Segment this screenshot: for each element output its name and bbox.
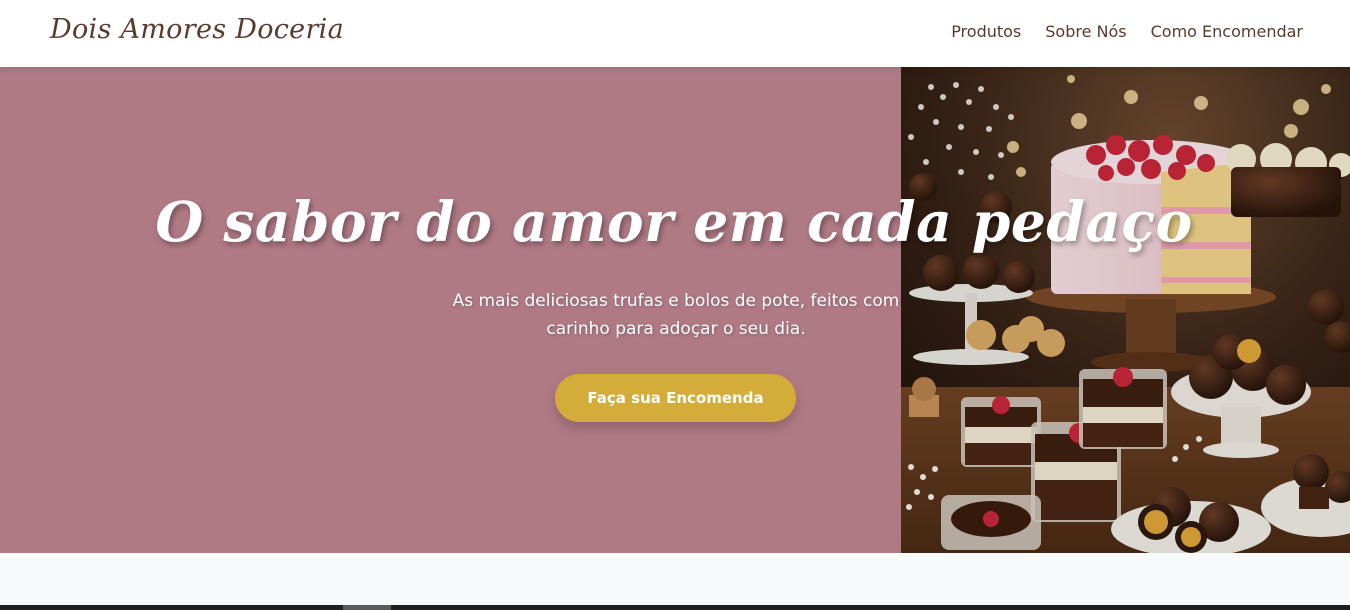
hero-title: O sabor do amor em cada pedaço xyxy=(155,189,1193,254)
hero-subtitle: As mais deliciosas trufas e bolos de pot… xyxy=(452,291,900,339)
hero-section: O sabor do amor em cada pedaço As mais d… xyxy=(0,67,1350,553)
nav-link-sobre-nos[interactable]: Sobre Nós xyxy=(1045,22,1126,41)
horizontal-scrollbar[interactable] xyxy=(0,605,1350,610)
nav-link-produtos[interactable]: Produtos xyxy=(951,22,1021,41)
nav-link-como-encomendar[interactable]: Como Encomendar xyxy=(1151,22,1303,41)
brand-logo[interactable]: Dois Amores Doceria xyxy=(50,14,344,45)
main-nav: Produtos Sobre Nós Como Encomendar xyxy=(951,22,1303,41)
page-content-area xyxy=(0,553,1350,605)
hero-photo xyxy=(901,67,1350,553)
site-header: Dois Amores Doceria Produtos Sobre Nós C… xyxy=(0,0,1350,67)
scrollbar-thumb[interactable] xyxy=(343,605,391,610)
order-cta-button[interactable]: Faça sua Encomenda xyxy=(555,374,796,422)
